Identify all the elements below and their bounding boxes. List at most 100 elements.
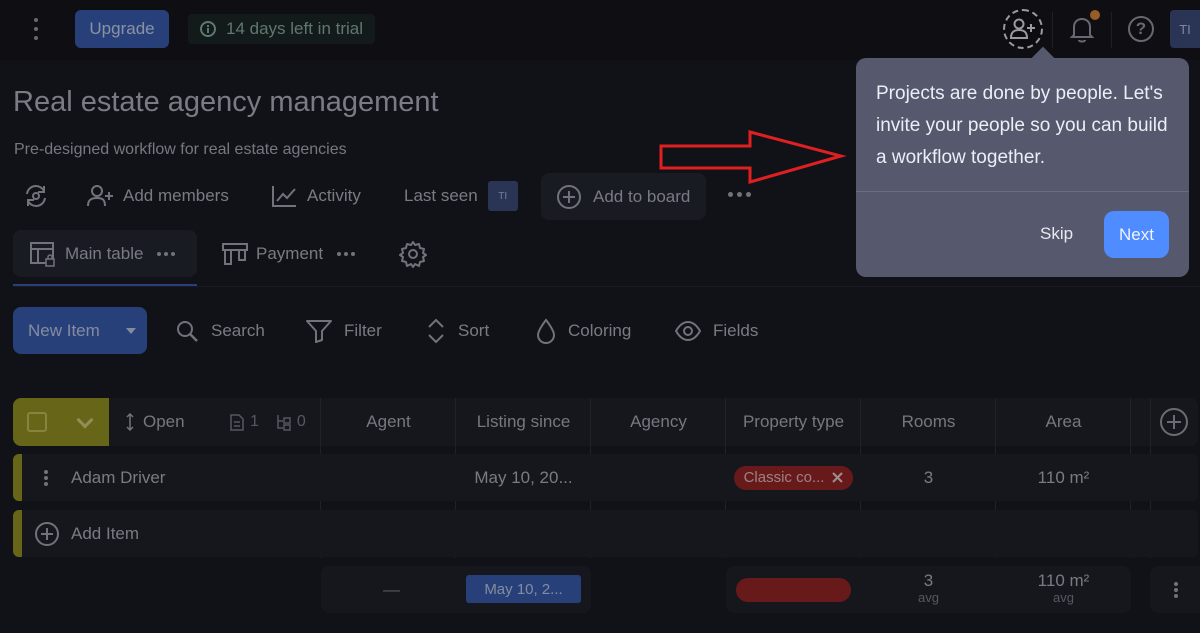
automation-icon xyxy=(26,185,46,207)
activity-chart-icon xyxy=(272,186,296,207)
property-type-value: Classic co... xyxy=(743,469,825,486)
fields-button[interactable]: Fields xyxy=(675,307,758,354)
agent-summary: — xyxy=(383,580,400,599)
add-to-board-label: Add to board xyxy=(593,186,691,206)
more-options-icon[interactable] xyxy=(728,192,751,197)
topbar-divider xyxy=(1052,12,1053,48)
coloring-label: Coloring xyxy=(568,320,632,340)
area-summary-label: avg xyxy=(1053,590,1074,605)
tooltip-message: Projects are done by people. Let's invit… xyxy=(876,83,1168,168)
sort-label: Sort xyxy=(458,320,490,340)
group-header xyxy=(13,398,109,446)
tab-main-table[interactable]: Main table xyxy=(13,230,197,277)
top-bar: Upgrade 14 days left in trial ? TI xyxy=(0,0,1200,60)
tab-payment-label: Payment xyxy=(256,243,324,263)
plus-circle-icon xyxy=(35,521,59,546)
last-seen-button[interactable]: Last seen TI xyxy=(404,172,518,220)
add-column-button[interactable] xyxy=(1160,408,1188,436)
sort-button[interactable]: Sort xyxy=(426,307,489,354)
help-icon[interactable]: ? xyxy=(1128,16,1154,42)
tab-options-icon[interactable] xyxy=(157,251,176,256)
column-header-agency[interactable]: Agency xyxy=(591,398,726,446)
search-button[interactable]: Search xyxy=(175,307,265,354)
rooms-summary-label: avg xyxy=(918,590,939,605)
tab-payment[interactable]: Payment xyxy=(222,230,356,277)
document-icon xyxy=(230,413,244,431)
column-header-agent[interactable]: Agent xyxy=(321,398,456,446)
fields-label: Fields xyxy=(713,320,759,340)
sort-icon xyxy=(428,318,444,343)
onboarding-tooltip: Projects are done by people. Let's invit… xyxy=(856,58,1189,277)
avatar[interactable]: TI xyxy=(1170,10,1200,48)
chevron-down-icon xyxy=(126,327,136,334)
new-item-label: New Item xyxy=(28,320,100,340)
tooltip-divider xyxy=(856,191,1189,192)
add-item-button[interactable]: Add Item xyxy=(35,510,139,557)
tab-main-table-label: Main table xyxy=(65,243,144,263)
item-name[interactable]: Adam Driver xyxy=(71,454,165,501)
property-type-summary-bar xyxy=(736,578,851,602)
group-color-stripe xyxy=(13,510,22,557)
upgrade-button[interactable]: Upgrade xyxy=(75,10,169,48)
rooms-cell[interactable]: 3 xyxy=(861,454,996,501)
topbar-divider xyxy=(1111,12,1112,48)
trial-text: 14 days left in trial xyxy=(226,19,364,38)
select-all-checkbox[interactable] xyxy=(27,412,47,432)
column-header-listing-since[interactable]: Listing since xyxy=(456,398,591,446)
area-summary-value: 110 m² xyxy=(1037,571,1090,590)
plus-circle-icon xyxy=(557,184,581,209)
subitem-count: 0 xyxy=(296,413,306,430)
kanban-icon xyxy=(222,242,248,265)
item-counts: 1 0 xyxy=(230,398,306,446)
add-members-label: Add members xyxy=(123,186,229,205)
activity-button[interactable]: Activity xyxy=(271,172,361,220)
add-members-button[interactable]: Add members xyxy=(87,172,229,220)
close-icon[interactable] xyxy=(832,472,844,483)
red-arrow-annotation xyxy=(659,130,847,184)
summary-menu-icon[interactable] xyxy=(1174,582,1178,598)
page-subtitle: Pre-designed workflow for real estate ag… xyxy=(14,141,347,158)
new-item-button[interactable]: New Item xyxy=(13,307,147,354)
notification-dot xyxy=(1090,10,1100,20)
area-cell[interactable]: 110 m² xyxy=(996,454,1131,501)
page-title: Real estate agency management xyxy=(13,86,439,118)
menu-kebab-icon[interactable] xyxy=(26,16,46,42)
column-header-property-type[interactable]: Property type xyxy=(726,398,861,446)
filter-icon xyxy=(306,319,332,343)
activity-label: Activity xyxy=(307,186,361,205)
chevron-down-icon[interactable] xyxy=(76,411,94,429)
resize-handle-icon xyxy=(126,413,134,431)
trial-badge: 14 days left in trial xyxy=(188,14,376,44)
area-summary: 110 m² avg xyxy=(996,572,1131,604)
last-seen-avatar: TI xyxy=(487,181,518,211)
subitems-icon xyxy=(277,414,291,431)
listing-since-cell[interactable]: May 10, 20... xyxy=(456,454,591,501)
skip-button[interactable]: Skip xyxy=(1040,224,1073,244)
property-type-tag[interactable]: Classic co... xyxy=(733,465,854,490)
gear-icon xyxy=(399,240,427,268)
open-column-header[interactable]: Open xyxy=(125,398,185,446)
add-user-icon xyxy=(87,185,113,207)
divider xyxy=(13,286,1200,287)
table-lock-icon xyxy=(30,241,55,267)
coloring-button[interactable]: Coloring xyxy=(536,307,631,354)
next-button[interactable]: Next xyxy=(1104,211,1169,258)
automation-button[interactable] xyxy=(22,172,50,220)
info-icon xyxy=(200,21,216,37)
property-type-cell[interactable]: Classic co... xyxy=(726,454,861,501)
column-header-rooms[interactable]: Rooms xyxy=(861,398,996,446)
doc-count: 1 xyxy=(250,413,259,430)
filter-label: Filter xyxy=(344,320,382,340)
view-settings-button[interactable] xyxy=(399,230,427,277)
open-label: Open xyxy=(143,412,185,431)
add-item-row[interactable] xyxy=(13,510,1198,557)
last-seen-label: Last seen xyxy=(404,186,478,205)
filter-button[interactable]: Filter xyxy=(306,307,382,354)
column-header-area[interactable]: Area xyxy=(996,398,1131,446)
tab-options-icon[interactable] xyxy=(337,251,356,256)
group-color-stripe xyxy=(13,454,22,501)
invite-people-button[interactable] xyxy=(1003,9,1043,49)
rooms-summary-value: 3 xyxy=(923,571,934,590)
new-item-dropdown[interactable] xyxy=(115,307,147,354)
row-menu-icon[interactable] xyxy=(44,470,48,486)
